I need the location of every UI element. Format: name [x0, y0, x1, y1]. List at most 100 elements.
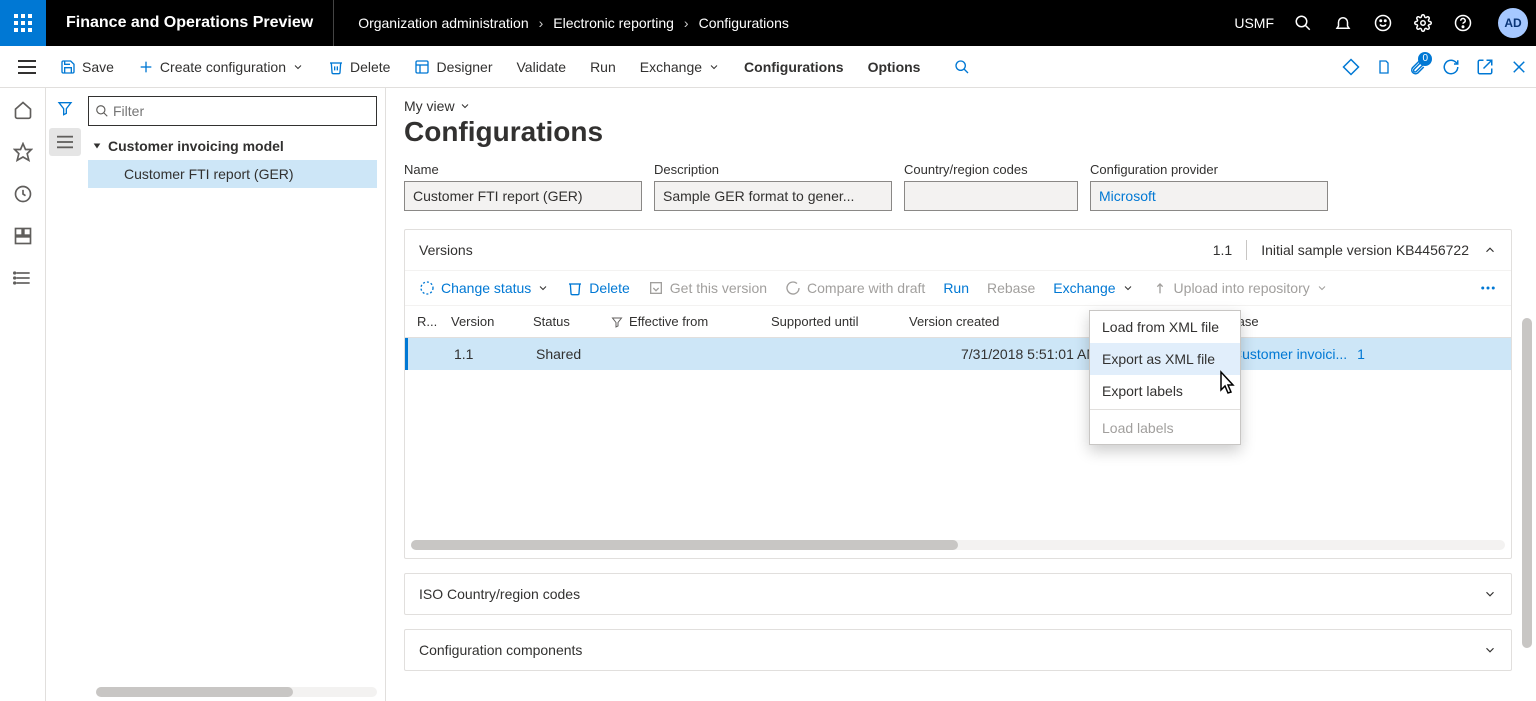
description-value: Sample GER format to gener... — [663, 188, 854, 204]
col-effective[interactable]: Effective from — [611, 314, 771, 329]
country-field[interactable] — [904, 181, 1078, 211]
search-icon[interactable] — [1292, 12, 1314, 34]
gear-icon[interactable] — [1412, 12, 1434, 34]
star-icon[interactable] — [11, 140, 35, 164]
chevron-down-icon — [708, 61, 720, 73]
more-actions-button[interactable] — [1479, 279, 1497, 297]
change-status-button[interactable]: Change status — [419, 280, 549, 296]
run-button[interactable]: Run — [580, 55, 626, 79]
filter-icon[interactable] — [57, 100, 73, 116]
filter-icon — [611, 316, 623, 328]
create-configuration-button[interactable]: Create configuration — [128, 55, 314, 79]
workspace-icon[interactable] — [11, 224, 35, 248]
versions-header[interactable]: Versions 1.1 Initial sample version KB44… — [405, 230, 1511, 271]
delete-button[interactable]: Delete — [318, 55, 400, 79]
breadcrumb-item[interactable]: Organization administration — [358, 15, 528, 31]
popout-icon[interactable] — [1476, 58, 1494, 76]
nav-horizontal-scrollbar[interactable] — [96, 687, 377, 697]
tree-root[interactable]: Customer invoicing model — [88, 132, 377, 160]
office-icon[interactable] — [1376, 58, 1392, 76]
divider — [1246, 240, 1247, 260]
command-bar-right: 0 — [1342, 58, 1528, 76]
provider-field[interactable]: Microsoft — [1090, 181, 1328, 211]
trash-icon — [328, 59, 344, 75]
bell-icon[interactable] — [1332, 12, 1354, 34]
refresh-icon[interactable] — [1442, 58, 1460, 76]
smiley-icon[interactable] — [1372, 12, 1394, 34]
save-button[interactable]: Save — [50, 55, 124, 79]
version-delete-button[interactable]: Delete — [567, 280, 629, 296]
iso-label: ISO Country/region codes — [419, 586, 580, 602]
provider-value: Microsoft — [1099, 188, 1156, 204]
base-num: 1 — [1357, 346, 1365, 362]
nav-body: Customer invoicing model Customer FTI re… — [84, 96, 377, 693]
col-status[interactable]: Status — [533, 314, 611, 329]
header-right: USMF AD — [1234, 8, 1528, 38]
get-version-button: Get this version — [648, 280, 767, 296]
iso-fasttab[interactable]: ISO Country/region codes — [404, 573, 1512, 615]
upload-icon — [1152, 280, 1168, 296]
options-tab[interactable]: Options — [858, 55, 931, 79]
description-label: Description — [654, 162, 892, 177]
search-icon — [954, 59, 970, 75]
designer-button[interactable]: Designer — [404, 55, 502, 79]
name-label: Name — [404, 162, 642, 177]
components-fasttab[interactable]: Configuration components — [404, 629, 1512, 671]
attachments-icon[interactable]: 0 — [1408, 58, 1426, 76]
cell-base[interactable]: Customer invoici... 1 — [1232, 346, 1511, 362]
company-label[interactable]: USMF — [1234, 15, 1274, 31]
tree-child-selected[interactable]: Customer FTI report (GER) — [88, 160, 377, 188]
designer-label: Designer — [436, 59, 492, 75]
version-exchange-button[interactable]: Exchange — [1053, 280, 1133, 296]
name-value: Customer FTI report (GER) — [413, 188, 583, 204]
versions-title: Versions — [419, 242, 473, 258]
breadcrumb-item[interactable]: Electronic reporting — [553, 15, 674, 31]
chevron-up-icon[interactable] — [1483, 243, 1497, 257]
rebase-label: Rebase — [987, 280, 1035, 296]
list-view-icon[interactable] — [49, 128, 81, 156]
tree-child-label: Customer FTI report (GER) — [124, 166, 294, 182]
create-label: Create configuration — [160, 59, 286, 75]
description-field[interactable]: Sample GER format to gener... — [654, 181, 892, 211]
col-base[interactable]: Base — [1229, 314, 1511, 329]
filter-input-wrapper[interactable] — [88, 96, 377, 126]
filter-input[interactable] — [113, 103, 370, 119]
version-run-button[interactable]: Run — [943, 280, 969, 296]
grid-row-selected[interactable]: 1.1 Shared 7/31/2018 5:51:01 AM Customer… — [405, 338, 1511, 370]
cursor-pointer-icon — [1215, 370, 1237, 396]
clock-icon[interactable] — [11, 182, 35, 206]
diamond-icon[interactable] — [1342, 58, 1360, 76]
menu-load-xml[interactable]: Load from XML file — [1090, 311, 1240, 343]
hamburger-icon[interactable] — [8, 60, 46, 74]
modules-icon[interactable] — [11, 266, 35, 290]
download-icon — [648, 280, 664, 296]
avatar[interactable]: AD — [1498, 8, 1528, 38]
grid-horizontal-scrollbar[interactable] — [411, 540, 1505, 550]
configurations-tab[interactable]: Configurations — [734, 55, 854, 79]
base-text: Customer invoici... — [1232, 346, 1347, 362]
home-icon[interactable] — [11, 98, 35, 122]
col-created[interactable]: Version created — [909, 314, 1099, 329]
help-icon[interactable] — [1452, 12, 1474, 34]
search-command[interactable] — [944, 55, 980, 79]
menu-separator — [1090, 409, 1240, 410]
col-version[interactable]: Version — [451, 314, 533, 329]
exchange-button[interactable]: Exchange — [630, 55, 730, 79]
breadcrumb-item[interactable]: Configurations — [699, 15, 789, 31]
name-field[interactable]: Customer FTI report (GER) — [404, 181, 642, 211]
waffle-icon[interactable] — [0, 0, 46, 46]
versions-fasttab: Versions 1.1 Initial sample version KB44… — [404, 229, 1512, 559]
command-bar: Save Create configuration Delete Designe… — [0, 46, 1536, 88]
config-tree: Customer invoicing model Customer FTI re… — [88, 132, 377, 188]
col-supported[interactable]: Supported until — [771, 314, 909, 329]
country-label: Country/region codes — [904, 162, 1078, 177]
view-selector[interactable]: My view — [404, 98, 1512, 114]
chevron-down-icon — [537, 282, 549, 294]
summary-version: 1.1 — [1213, 242, 1232, 258]
chevron-right-icon: › — [684, 15, 689, 31]
validate-button[interactable]: Validate — [507, 55, 577, 79]
col-r[interactable]: R... — [411, 314, 451, 329]
main-vertical-scrollbar[interactable] — [1522, 318, 1532, 648]
close-icon[interactable] — [1510, 58, 1528, 76]
components-label: Configuration components — [419, 642, 582, 658]
